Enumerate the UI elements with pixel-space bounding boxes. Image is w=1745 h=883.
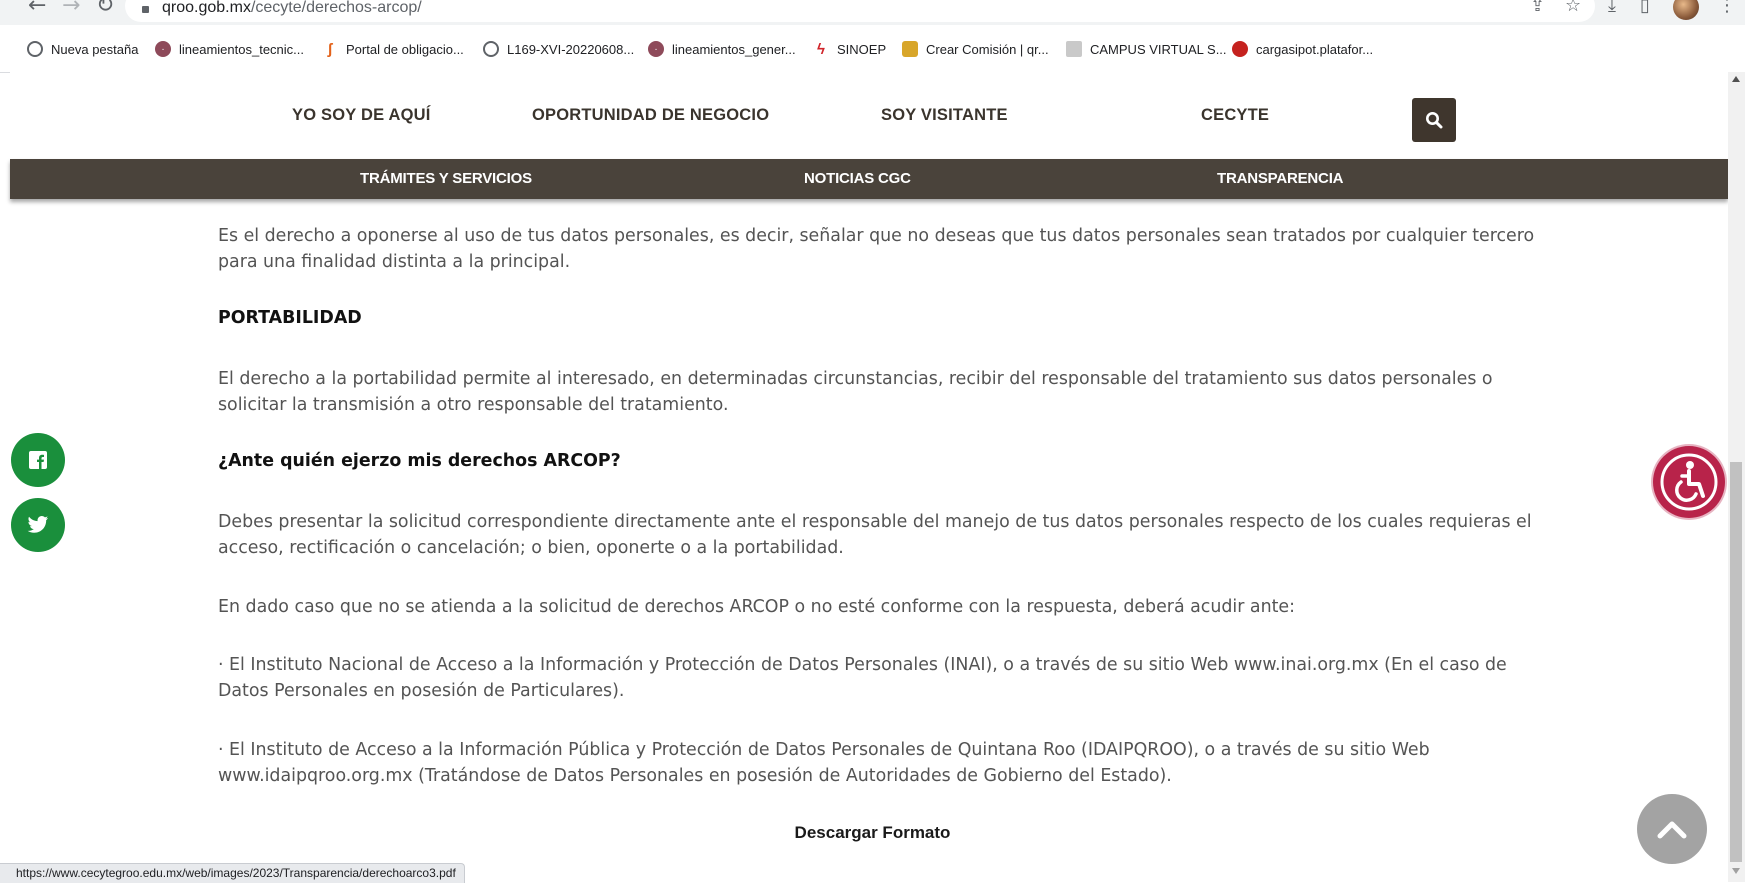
- share-icon[interactable]: ⇪: [1530, 0, 1545, 16]
- globe-icon: [27, 41, 43, 57]
- nav-yo-soy-de-aqui[interactable]: YO SOY DE AQUÍ: [292, 106, 431, 125]
- download-format-link[interactable]: Descargar Formato: [0, 823, 1745, 843]
- portabilidad-heading: PORTABILIDAD: [218, 308, 362, 328]
- scroll-down-arrow-icon[interactable]: [1732, 868, 1740, 874]
- link-status-bubble: https://www.cecytegroo.edu.mx/web/images…: [0, 863, 465, 883]
- portabilidad-paragraph: El derecho a la portabilidad permite al …: [218, 369, 1493, 415]
- bookmark-item[interactable]: · lineamientos_gener...: [648, 39, 796, 59]
- bookmark-star-icon[interactable]: ☆: [1565, 0, 1581, 16]
- browser-toolbar: ← → ↻ qroo.gob.mx/cecyte/derechos-arcop/…: [0, 0, 1745, 25]
- bookmark-item[interactable]: cargasipot.platafor...: [1232, 39, 1373, 59]
- url-text[interactable]: qroo.gob.mx/cecyte/derechos-arcop/: [162, 0, 422, 17]
- url-path: /cecyte/derechos-arcop/: [250, 0, 422, 16]
- twitter-icon: [27, 516, 49, 533]
- profile-avatar[interactable]: [1673, 0, 1699, 20]
- portal-favicon-icon: ʃ: [322, 41, 338, 58]
- bookmark-item[interactable]: ʃ Portal de obligacio...: [322, 39, 464, 59]
- accessibility-button[interactable]: [1653, 446, 1725, 518]
- download-icon[interactable]: ⤓: [1608, 0, 1616, 16]
- oposicion-paragraph: Es el derecho a oponerse al uso de tus d…: [218, 226, 1535, 272]
- bookmark-label: Portal de obligacio...: [346, 41, 464, 57]
- site-favicon-icon: ·: [155, 41, 171, 57]
- bookmark-item[interactable]: Crear Comisión | qr...: [902, 39, 1049, 59]
- bookmark-label: Crear Comisión | qr...: [926, 41, 1049, 57]
- subnav-tramites-y-servicios[interactable]: TRÁMITES Y SERVICIOS: [360, 170, 532, 187]
- bookmark-label: lineamientos_gener...: [672, 41, 796, 57]
- ante-quien-heading: ¿Ante quién ejerzo mis derechos ARCOP?: [218, 451, 621, 471]
- bookmark-label: lineamientos_tecnic...: [179, 41, 305, 57]
- bookmarks-bar: Nueva pestaña · lineamientos_tecnic... ʃ…: [0, 25, 1745, 73]
- sinoep-favicon-icon: ϟ: [813, 41, 829, 58]
- site-info-icon[interactable]: [142, 6, 149, 13]
- nav-soy-visitante[interactable]: SOY VISITANTE: [881, 106, 1008, 125]
- dado-caso-paragraph: En dado caso que no se atienda a la soli…: [218, 597, 1295, 617]
- gold-favicon-icon: [902, 41, 918, 57]
- scroll-up-arrow-icon[interactable]: [1732, 76, 1740, 82]
- bookmark-item[interactable]: L169-XVI-20220608...: [483, 39, 634, 59]
- globe-icon: [483, 41, 499, 57]
- wheelchair-icon: [1660, 453, 1718, 511]
- search-icon: [1426, 112, 1443, 129]
- chevron-up-icon: [1657, 821, 1687, 839]
- scroll-to-top-button[interactable]: [1637, 794, 1707, 864]
- back-arrow-icon[interactable]: ←: [28, 0, 46, 18]
- presentar-paragraph: Debes presentar la solicitud correspondi…: [218, 512, 1532, 558]
- campus-favicon-icon: [1066, 41, 1082, 57]
- facebook-share-button[interactable]: [11, 433, 65, 487]
- side-panel-icon[interactable]: ▯: [1640, 0, 1650, 16]
- subnav-transparencia[interactable]: TRANSPARENCIA: [1217, 170, 1343, 187]
- idaipqroo-paragraph: · El Instituto de Acceso a la Informació…: [218, 740, 1430, 786]
- bookmark-item[interactable]: Nueva pestaña: [27, 39, 138, 59]
- bookmark-item[interactable]: ϟ SINOEP: [813, 39, 886, 59]
- bookmark-label: L169-XVI-20220608...: [507, 41, 635, 57]
- inai-paragraph: · El Instituto Nacional de Acceso a la I…: [218, 655, 1507, 701]
- forward-arrow-icon[interactable]: →: [62, 0, 80, 18]
- bookmark-label: Nueva pestaña: [51, 41, 139, 57]
- reload-icon[interactable]: ↻: [96, 0, 114, 18]
- menu-kebab-icon[interactable]: ⋮: [1718, 0, 1736, 16]
- search-button[interactable]: [1412, 98, 1456, 142]
- site-favicon-icon: ·: [648, 41, 664, 57]
- facebook-icon: [29, 451, 47, 469]
- site-main-nav: YO SOY DE AQUÍ OPORTUNIDAD DE NEGOCIO SO…: [10, 72, 1728, 159]
- bookmark-item[interactable]: · lineamientos_tecnic...: [155, 39, 304, 59]
- bookmark-label: cargasipot.platafor...: [1256, 41, 1374, 57]
- url-host: qroo.gob.mx: [162, 0, 251, 16]
- bookmark-label: SINOEP: [837, 41, 887, 57]
- cargasipot-favicon-icon: [1232, 41, 1248, 57]
- nav-cecyte[interactable]: CECYTE: [1201, 106, 1269, 125]
- subnav-noticias-cgc[interactable]: NOTICIAS CGC: [804, 170, 911, 187]
- site-sub-nav: TRÁMITES Y SERVICIOS NOTICIAS CGC TRANSP…: [10, 159, 1728, 199]
- nav-oportunidad-de-negocio[interactable]: OPORTUNIDAD DE NEGOCIO: [532, 106, 769, 125]
- scrollbar-thumb[interactable]: [1730, 462, 1742, 862]
- bookmark-label: CAMPUS VIRTUAL S...: [1090, 41, 1227, 57]
- bookmark-item[interactable]: CAMPUS VIRTUAL S...: [1066, 39, 1227, 59]
- twitter-share-button[interactable]: [11, 498, 65, 552]
